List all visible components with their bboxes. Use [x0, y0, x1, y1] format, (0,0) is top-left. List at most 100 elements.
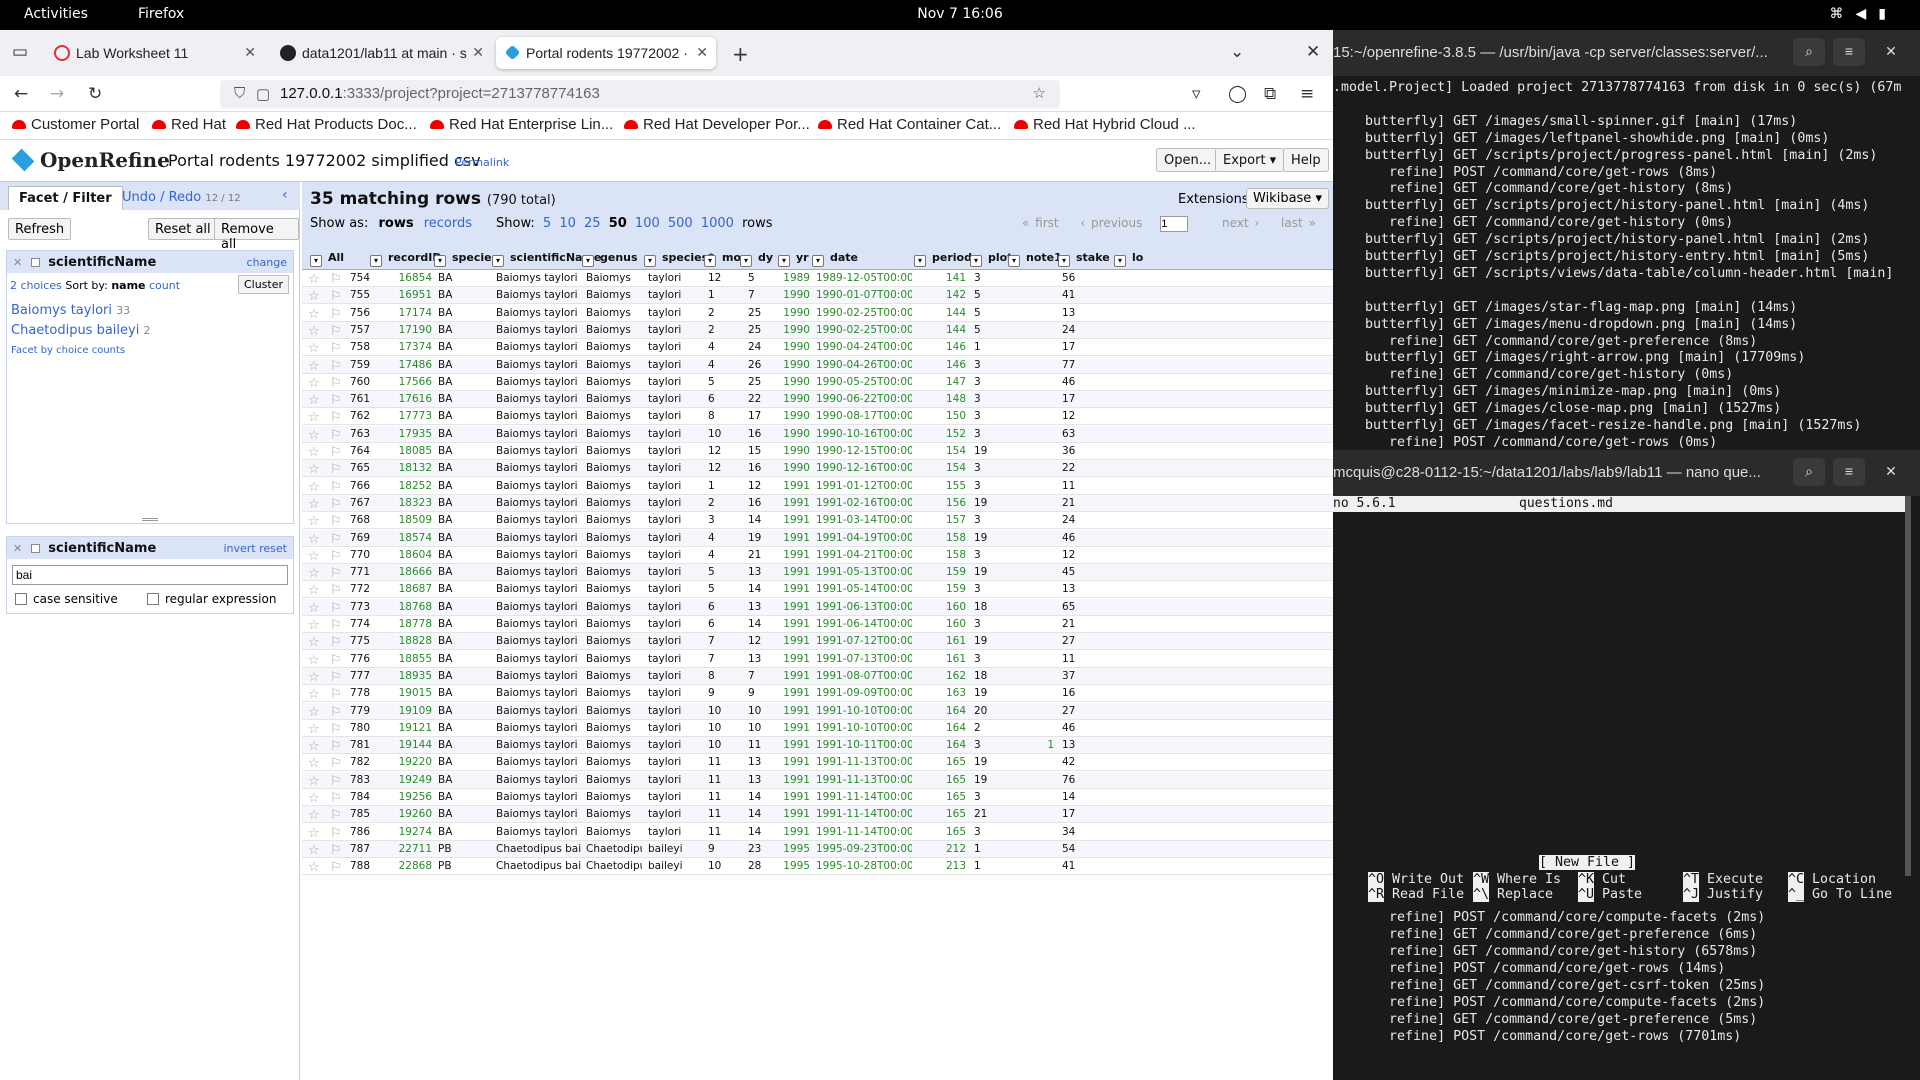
page-size-option-selected[interactable]: 50: [609, 216, 627, 231]
flag-icon[interactable]: ⚐: [330, 843, 342, 858]
star-icon[interactable]: ☆: [308, 566, 320, 581]
openrefine-logo[interactable]: OpenRefine: [11, 148, 170, 172]
close-tab-icon[interactable]: ✕: [472, 44, 484, 61]
flag-icon[interactable]: ⚐: [330, 687, 342, 702]
case-sensitive-checkbox[interactable]: [15, 593, 27, 605]
star-icon[interactable]: ☆: [308, 826, 320, 841]
extensions-icon[interactable]: ⧉: [1264, 84, 1276, 104]
last-page-link[interactable]: last »: [1281, 216, 1316, 230]
minimize-facet-icon[interactable]: [30, 258, 40, 267]
flag-icon[interactable]: ⚐: [330, 549, 342, 564]
sort-by-count[interactable]: count: [149, 279, 180, 292]
close-tab-icon[interactable]: ✕: [696, 44, 708, 61]
star-icon[interactable]: ☆: [308, 272, 320, 287]
flag-icon[interactable]: ⚐: [330, 532, 342, 547]
star-icon[interactable]: ☆: [308, 393, 320, 408]
facet-by-counts-link[interactable]: Facet by choice counts: [11, 341, 289, 361]
flag-icon[interactable]: ⚐: [330, 826, 342, 841]
column-menu-icon[interactable]: ▾: [812, 255, 824, 267]
tab-lab-worksheet[interactable]: Lab Worksheet 11 ✕: [46, 37, 264, 69]
star-icon[interactable]: ☆: [308, 653, 320, 668]
project-name[interactable]: Portal rodents 19772002 simplified csv: [168, 151, 481, 170]
column-header[interactable]: ▾ genus: [582, 251, 638, 267]
flag-icon[interactable]: ⚐: [330, 393, 342, 408]
back-icon[interactable]: ←: [14, 84, 28, 104]
system-tray-icons[interactable]: ⌘◀▮: [1830, 6, 1898, 22]
bookmark-item[interactable]: Red Hat: [152, 116, 226, 133]
page-size-option[interactable]: 1000: [701, 216, 734, 231]
star-icon[interactable]: ☆: [308, 705, 320, 720]
star-icon[interactable]: ☆: [308, 774, 320, 789]
flag-icon[interactable]: ⚐: [330, 705, 342, 720]
flag-icon[interactable]: ⚐: [330, 341, 342, 356]
view-rows[interactable]: rows: [378, 216, 413, 231]
reload-icon[interactable]: ↻: [88, 84, 102, 104]
search-icon[interactable]: ⌕: [1793, 458, 1825, 486]
regex-option[interactable]: regular expression: [147, 592, 276, 606]
menu-icon[interactable]: ≡: [1300, 84, 1314, 104]
tab-undo-redo[interactable]: Undo / Redo 12 / 12: [112, 186, 251, 210]
menu-icon[interactable]: ≡: [1833, 38, 1865, 66]
page-number-input[interactable]: [1160, 216, 1189, 232]
facet-choice[interactable]: Baiomys taylori 33: [11, 301, 289, 321]
star-icon[interactable]: ☆: [308, 480, 320, 495]
star-icon[interactable]: ☆: [308, 687, 320, 702]
choice-name[interactable]: Chaetodipus baileyi: [11, 323, 139, 338]
column-header[interactable]: ▾ date: [812, 251, 858, 267]
flag-icon[interactable]: ⚐: [330, 324, 342, 339]
previous-page-link[interactable]: ‹ previous: [1080, 216, 1142, 230]
view-records[interactable]: records: [424, 216, 472, 231]
column-menu-icon[interactable]: ▾: [778, 255, 790, 267]
star-icon[interactable]: ☆: [308, 549, 320, 564]
column-header[interactable]: ▾ yr: [778, 251, 809, 267]
flag-icon[interactable]: ⚐: [330, 410, 342, 425]
star-icon[interactable]: ☆: [308, 756, 320, 771]
facet-choice[interactable]: Chaetodipus baileyi 2: [11, 321, 289, 341]
flag-icon[interactable]: ⚐: [330, 428, 342, 443]
first-page-link[interactable]: « first: [1022, 216, 1059, 230]
star-icon[interactable]: ☆: [308, 341, 320, 356]
star-icon[interactable]: ☆: [308, 428, 320, 443]
flag-icon[interactable]: ⚐: [330, 808, 342, 823]
flag-icon[interactable]: ⚐: [330, 462, 342, 477]
close-tab-icon[interactable]: ✕: [244, 44, 256, 61]
forward-icon[interactable]: →: [50, 84, 64, 104]
close-icon[interactable]: ✕: [1875, 38, 1907, 66]
star-icon[interactable]: ☆: [308, 808, 320, 823]
page-size-option[interactable]: 10: [559, 216, 576, 231]
star-icon[interactable]: ☆: [308, 289, 320, 304]
page-info-icon[interactable]: ▢: [256, 85, 270, 103]
tab-list-icon[interactable]: ▭: [12, 42, 28, 62]
flag-icon[interactable]: ⚐: [330, 670, 342, 685]
star-icon[interactable]: ☆: [308, 307, 320, 322]
facet-choices-count[interactable]: 2 choices: [10, 279, 62, 292]
flag-icon[interactable]: ⚐: [330, 739, 342, 754]
column-menu-icon[interactable]: ▾: [704, 255, 716, 267]
column-header[interactable]: ▾ plot: [970, 251, 1012, 267]
flag-icon[interactable]: ⚐: [330, 497, 342, 512]
search-icon[interactable]: ⌕: [1793, 38, 1825, 66]
star-icon[interactable]: ☆: [308, 583, 320, 598]
pocket-icon[interactable]: ▿: [1192, 84, 1201, 104]
column-menu-icon[interactable]: ▾: [740, 255, 752, 267]
sort-by-name[interactable]: name: [111, 279, 145, 292]
flag-icon[interactable]: ⚐: [330, 601, 342, 616]
star-icon[interactable]: ☆: [308, 497, 320, 512]
text-filter-input[interactable]: [12, 565, 288, 585]
column-header[interactable]: ▾ All: [310, 251, 344, 267]
flag-icon[interactable]: ⚐: [330, 583, 342, 598]
flag-icon[interactable]: ⚐: [330, 722, 342, 737]
star-icon[interactable]: ☆: [308, 532, 320, 547]
column-menu-icon[interactable]: ▾: [1114, 255, 1126, 267]
column-header[interactable]: ▾ stake: [1058, 251, 1110, 267]
choice-name[interactable]: Baiomys taylori: [11, 303, 112, 318]
facet-change-link[interactable]: change: [247, 256, 287, 269]
column-header[interactable]: ▾ period: [914, 251, 972, 267]
star-icon[interactable]: ☆: [308, 722, 320, 737]
next-page-link[interactable]: next ›: [1222, 216, 1259, 230]
bookmark-item[interactable]: Red Hat Hybrid Cloud ...: [1014, 116, 1196, 133]
column-header[interactable]: ▾ lo: [1114, 251, 1143, 267]
cluster-button[interactable]: Cluster: [237, 275, 289, 294]
bookmark-item[interactable]: Red Hat Developer Por...: [624, 116, 810, 133]
flag-icon[interactable]: ⚐: [330, 566, 342, 581]
